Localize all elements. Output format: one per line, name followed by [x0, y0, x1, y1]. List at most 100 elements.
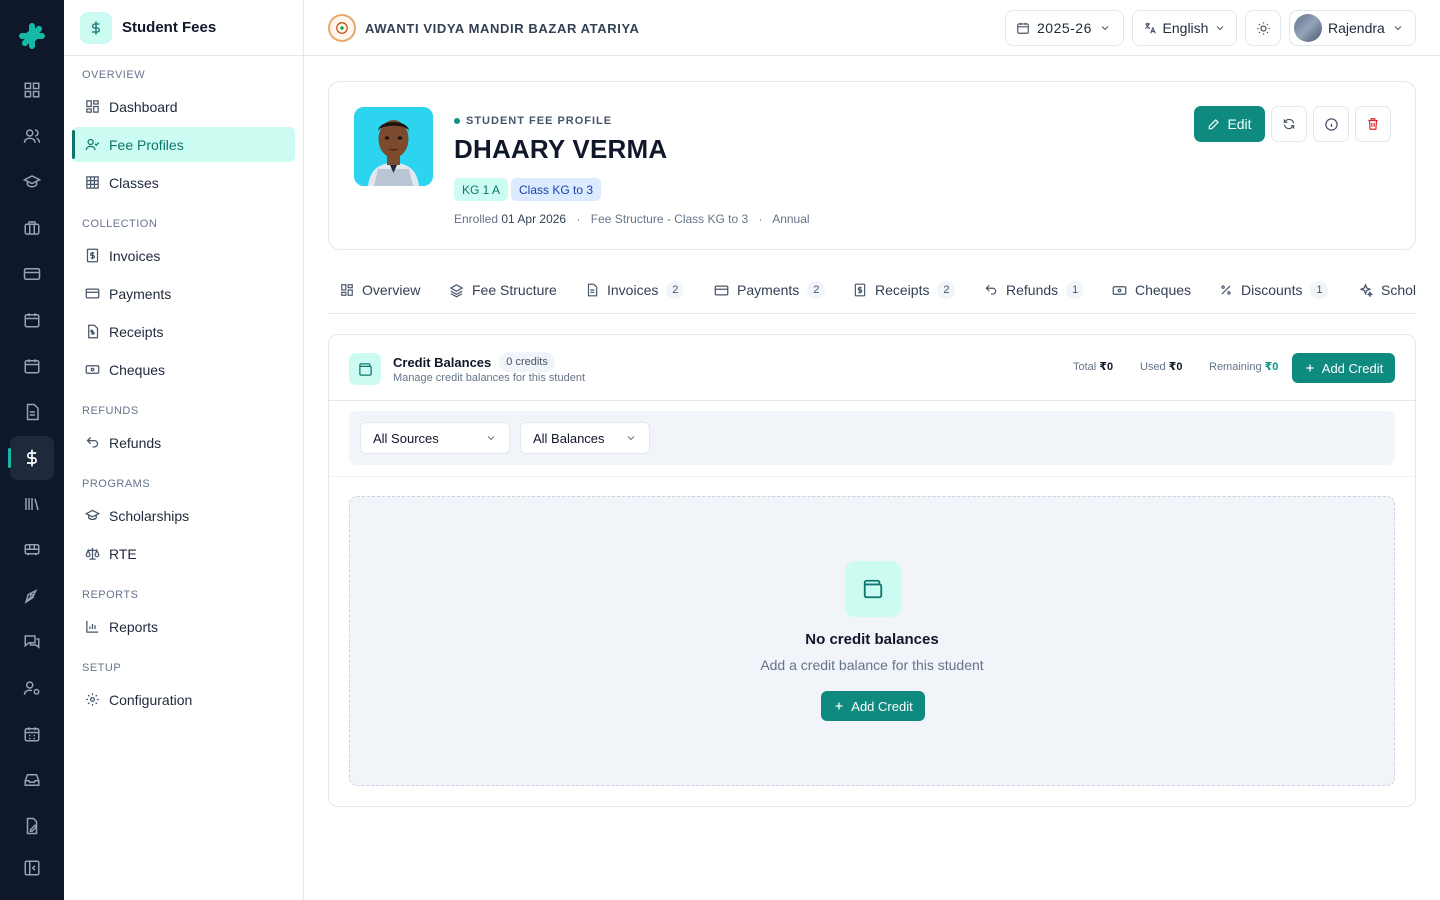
dollar-icon[interactable] — [8, 436, 54, 480]
language-select[interactable]: English — [1132, 10, 1237, 46]
tab-receipts[interactable]: Receipts 2 — [853, 266, 956, 313]
calendar-check-icon[interactable] — [10, 344, 54, 388]
sidebar-item-label: Receipts — [109, 323, 164, 340]
sidebar-item-label: Payments — [109, 285, 172, 302]
sidebar-item-refunds[interactable]: Refunds — [72, 425, 295, 460]
sidebar-item-cheques[interactable]: Cheques — [72, 352, 295, 387]
enrolled-date: 01 Apr 2026 — [501, 212, 567, 226]
credit-title: Credit Balances — [393, 354, 492, 370]
pen-tool-icon[interactable] — [10, 574, 54, 618]
top-bar: AWANTI VIDYA MANDIR BAZAR ATARIYA 2025-2… — [304, 0, 1440, 56]
tab-discounts[interactable]: Discounts 1 — [1219, 266, 1329, 313]
tab-cheques[interactable]: Cheques — [1112, 266, 1191, 313]
user-cog-icon[interactable] — [10, 666, 54, 710]
grid-icon[interactable] — [10, 68, 54, 112]
tab-scholarships[interactable]: Schol — [1358, 266, 1416, 313]
sidebar-item-fee-profiles[interactable]: Fee Profiles — [72, 127, 295, 162]
sidebar-item-configuration[interactable]: Configuration — [72, 682, 295, 717]
banknote-icon — [84, 362, 100, 378]
sidebar-item-payments[interactable]: Payments — [72, 276, 295, 311]
tab-count: 1 — [1310, 281, 1329, 299]
section-programs: PROGRAMS — [82, 478, 151, 490]
translate-icon — [1143, 21, 1157, 35]
sidebar-item-label: Fee Profiles — [109, 136, 184, 153]
add-credit-button[interactable]: Add Credit — [1292, 353, 1395, 383]
tab-refunds[interactable]: Refunds 1 — [984, 266, 1085, 313]
range-chip: Class KG to 3 — [511, 178, 602, 201]
source-filter-select[interactable]: All Sources — [360, 422, 510, 454]
stat-remaining-value: ₹0 — [1264, 361, 1279, 373]
inbox-icon[interactable] — [10, 758, 54, 802]
profile-meta: Enrolled 01 Apr 2026 · Fee Structure - C… — [454, 212, 810, 226]
gear-icon — [84, 692, 100, 708]
briefcase-icon[interactable] — [10, 206, 54, 250]
empty-state-subtitle: Add a credit balance for this student — [760, 657, 984, 673]
file-edit-icon[interactable] — [10, 804, 54, 848]
bus-icon[interactable] — [10, 528, 54, 572]
layers-icon — [449, 283, 464, 298]
add-credit-label: Add Credit — [1321, 360, 1384, 376]
info-button[interactable] — [1313, 106, 1349, 142]
sidebar-item-reports[interactable]: Reports — [72, 609, 295, 644]
tab-invoices[interactable]: Invoices 2 — [585, 266, 685, 313]
undo-icon — [84, 435, 100, 451]
sidebar-item-label: Cheques — [109, 361, 166, 378]
chevron-down-icon — [485, 432, 497, 444]
sidebar-item-classes[interactable]: Classes — [72, 165, 295, 200]
student-name: DHAARY VERMA — [454, 134, 668, 164]
wallet-icon — [349, 353, 381, 385]
sidebar-item-receipts[interactable]: Receipts — [72, 314, 295, 349]
refresh-button[interactable] — [1271, 106, 1307, 142]
fee-structure-name: Fee Structure - Class KG to 3 — [590, 212, 749, 226]
school-brand: AWANTI VIDYA MANDIR BAZAR ATARIYA — [328, 14, 640, 42]
messages-icon[interactable] — [10, 620, 54, 664]
enrolled-label: Enrolled — [454, 212, 499, 226]
library-icon[interactable] — [10, 482, 54, 526]
credit-header: Credit Balances 0 credits Manage credit … — [329, 335, 1415, 401]
stat-total-value: ₹0 — [1099, 361, 1114, 373]
tab-overview[interactable]: Overview — [340, 266, 420, 313]
user-menu-button[interactable]: Rajendra — [1289, 10, 1416, 46]
module-title: Student Fees — [122, 19, 217, 36]
sidebar-item-rte[interactable]: RTE — [72, 536, 295, 571]
receipt-icon — [853, 283, 867, 297]
calendar-days-icon[interactable] — [10, 712, 54, 756]
chevron-down-icon — [1214, 22, 1226, 34]
edit-button[interactable]: Edit — [1194, 106, 1265, 142]
calendar-icon — [1016, 21, 1030, 35]
table-icon — [84, 175, 100, 191]
users-icon[interactable] — [10, 114, 54, 158]
app-logo-icon[interactable] — [16, 20, 48, 52]
credit-title-row: Credit Balances 0 credits — [393, 352, 555, 372]
refresh-icon — [1282, 117, 1296, 131]
avatar — [1294, 14, 1322, 42]
tab-payments[interactable]: Payments 2 — [714, 266, 826, 313]
balance-filter-select[interactable]: All Balances — [520, 422, 650, 454]
tab-fee-structure[interactable]: Fee Structure — [449, 266, 557, 313]
sidebar-item-dashboard[interactable]: Dashboard — [72, 89, 295, 124]
theme-toggle-button[interactable] — [1245, 10, 1281, 46]
sidebar-item-scholarships[interactable]: Scholarships — [72, 498, 295, 533]
sidebar-collapse-icon[interactable] — [10, 846, 54, 890]
sidebar-item-label: Refunds — [109, 434, 162, 451]
sidebar-item-invoices[interactable]: Invoices — [72, 238, 295, 273]
sun-icon — [1256, 21, 1271, 36]
delete-button[interactable] — [1355, 106, 1391, 142]
empty-add-credit-button[interactable]: Add Credit — [821, 691, 925, 721]
card-icon[interactable] — [10, 252, 54, 296]
section-setup: SETUP — [82, 662, 122, 674]
sparkles-icon — [1358, 282, 1373, 298]
calendar-icon[interactable] — [10, 298, 54, 342]
year-select[interactable]: 2025-26 — [1005, 10, 1124, 46]
tab-label: Schol — [1381, 282, 1416, 298]
tab-label: Refunds — [1006, 282, 1059, 298]
file-icon[interactable] — [10, 390, 54, 434]
status-dot — [454, 118, 460, 124]
stat-remaining: Remaining ₹0 — [1209, 360, 1278, 373]
credit-subtitle: Manage credit balances for this student — [393, 372, 586, 384]
graduation-cap-icon[interactable] — [10, 160, 54, 204]
card-icon — [714, 283, 729, 298]
layout-grid-icon — [340, 283, 354, 297]
empty-state: No credit balances Add a credit balance … — [349, 496, 1395, 786]
sidebar-item-label: Classes — [109, 174, 159, 191]
